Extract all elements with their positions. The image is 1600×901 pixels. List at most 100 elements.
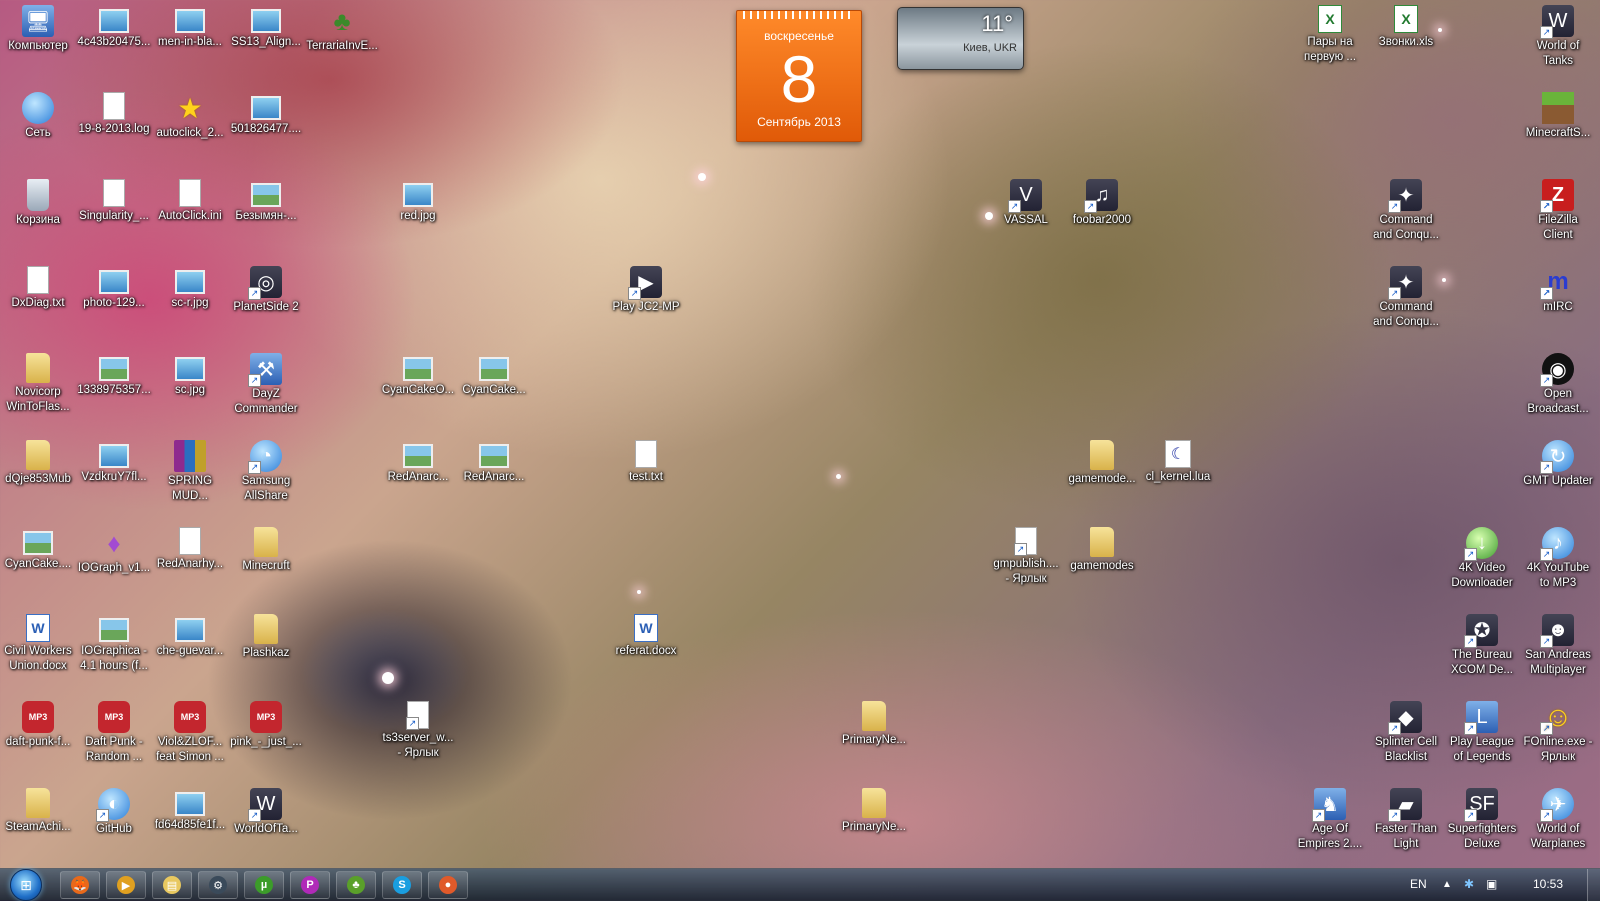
desktop-icon[interactable]: X Пары на первую ... [1292,5,1368,65]
desktop-icon[interactable]: Сеть [0,92,76,141]
network-tray-icon[interactable]: ▣ [1486,877,1497,891]
taskbar-button[interactable]: µ [244,871,284,899]
desktop-icon[interactable]: RedAnarhy... [152,527,228,572]
desktop-icon[interactable]: ♞Age Of Empires 2.... [1292,788,1368,852]
desktop-icon[interactable]: IOGraphica - 4.1 hours (f... [76,614,152,674]
start-button[interactable]: ⊞ [6,869,46,901]
desktop-icon[interactable]: fd64d85fe1f... [152,788,228,833]
desktop-icon[interactable]: men-in-bla... [152,5,228,50]
taskbar-button[interactable]: 🦊 [60,871,100,899]
desktop-icon-label: CyanCake... [462,384,526,396]
clock[interactable]: 10:53 [1533,877,1563,891]
desktop-icon[interactable]: ✦Command and Conqu... [1368,266,1444,330]
desktop-icon[interactable]: 501826477.... [228,92,304,137]
desktop-icon[interactable]: ▶Play JC2-MP [608,266,684,315]
desktop-icon[interactable]: sc.jpg [152,353,228,398]
show-desktop-button[interactable] [1587,869,1600,901]
mp3-file-icon: MP3 [250,701,282,733]
desktop-icon[interactable]: ◆Splinter Cell Blacklist [1368,701,1444,765]
desktop-icon[interactable]: WWorld of Tanks [1520,5,1596,69]
desktop-icon[interactable]: MinecraftS... [1520,92,1596,141]
desktop-icon[interactable]: RedAnarc... [456,440,532,485]
desktop-icon[interactable]: ♪4K YouTube to MP3 [1520,527,1596,591]
language-indicator[interactable]: EN [1410,877,1427,891]
desktop-icon[interactable]: mmIRC [1520,266,1596,315]
desktop-icon[interactable]: SteamAchi... [0,788,76,835]
desktop-icon[interactable]: ZFileZilla Client [1520,179,1596,243]
desktop-icon[interactable]: CyanCakeO... [380,353,456,398]
desktop-icon[interactable]: ◎PlanetSide 2 [228,266,304,315]
desktop-icon[interactable]: red.jpg [380,179,456,224]
desktop-icon[interactable]: ◐GitHub [76,788,152,837]
desktop-icon[interactable]: LPlay League of Legends [1444,701,1520,765]
desktop-icon[interactable]: Корзина [0,179,76,228]
desktop-icon[interactable]: ☾ cl_kernel.lua [1140,440,1216,485]
desktop-icon[interactable]: Novicorp WinToFlas... [0,353,76,415]
desktop-icon[interactable]: ⚙ AutoClick.ini [152,179,228,224]
desktop-icon[interactable]: DxDiag.txt [0,266,76,311]
desktop-icon[interactable]: PrimaryNe... [836,701,912,748]
taskbar-button[interactable]: ▶ [106,871,146,899]
desktop-icon[interactable]: ✈World of Warplanes [1520,788,1596,852]
desktop-icon[interactable]: VzdkruY7fl... [76,440,152,485]
desktop-icon[interactable]: ✪The Bureau XCOM De... [1444,614,1520,678]
desktop-icon[interactable]: ☻San Andreas Multiplayer [1520,614,1596,678]
desktop-icon[interactable]: WWorldOfTa... [228,788,304,837]
desktop-icon[interactable]: ★ autoclick_2... [152,92,228,141]
desktop-icon[interactable]: gamemodes [1064,527,1140,574]
desktop-icon[interactable]: PrimaryNe... [836,788,912,835]
calendar-gadget[interactable]: воскресенье 8 Сентябрь 2013 [736,10,862,142]
desktop-icon[interactable]: X Звонки.xls [1368,5,1444,50]
desktop-icon[interactable]: Wreferat.docx [608,614,684,659]
desktop-icon[interactable]: 19-8-2013.log [76,92,152,137]
taskbar-button[interactable]: ▤ [152,871,192,899]
desktop-icon[interactable]: ▰Faster Than Light [1368,788,1444,852]
desktop-icon[interactable]: sc-r.jpg [152,266,228,311]
taskbar-button[interactable]: S [382,871,422,899]
desktop-icon[interactable]: che-guevar... [152,614,228,659]
desktop-icon[interactable]: test.txt [608,440,684,485]
mp3-file-icon: MP3 [174,701,206,733]
desktop-icon[interactable]: ⚒DayZ Commander [228,353,304,417]
desktop-icon[interactable]: ♣ TerrariaInvE... [304,5,380,54]
desktop-icon[interactable]: ☺FOnline.exe - Ярлык [1520,701,1596,765]
desktop-icon[interactable]: ♦ IOGraph_v1... [76,527,152,576]
desktop-icon[interactable]: ts3server_w... - Ярлык [380,701,456,761]
desktop-icon[interactable]: MP3 pink_-_just_... [228,701,304,750]
taskbar-button[interactable]: P [290,871,330,899]
desktop-icon[interactable]: SS13_Align... [228,5,304,50]
desktop-icon[interactable]: 🖥 Компьютер [0,5,76,54]
desktop-icon[interactable]: CyanCake... [456,353,532,398]
desktop-icon[interactable]: MP3 daft-punk-f... [0,701,76,750]
desktop-icon[interactable]: Безымян-... [228,179,304,224]
desktop-icon[interactable]: 1338975357... [76,353,152,398]
desktop-icon[interactable]: ↓4K Video Downloader [1444,527,1520,591]
desktop-icon[interactable]: Plashkaz [228,614,304,661]
desktop-icon[interactable]: dQje853Mub [0,440,76,487]
desktop-icon[interactable]: 4c43b20475... [76,5,152,50]
taskbar-button[interactable]: ♣ [336,871,376,899]
desktop-icon[interactable]: W Civil Workers Union.docx [0,614,76,674]
desktop-icon[interactable]: SFSuperfighters Deluxe [1444,788,1520,852]
desktop-icon[interactable]: SPRING MUD... [152,440,228,504]
desktop-icon[interactable]: ◔Samsung AllShare [228,440,304,504]
desktop-icon[interactable]: RedAnarc... [380,440,456,485]
desktop-icon[interactable]: ◉Open Broadcast... [1520,353,1596,417]
desktop-icon[interactable]: photo-129... [76,266,152,311]
desktop-icon[interactable]: gamemode... [1064,440,1140,487]
desktop-icon[interactable]: VVASSAL [988,179,1064,228]
desktop-icon[interactable]: gmpublish.... - Ярлык [988,527,1064,587]
desktop-icon[interactable]: CyanCake.... [0,527,76,572]
desktop-icon[interactable]: ♫foobar2000 [1064,179,1140,228]
desktop-icon[interactable]: ✦Command and Conqu... [1368,179,1444,243]
desktop-icon[interactable]: MP3 Viol&ZLOF... feat Simon ... [152,701,228,765]
tray-expand-icon[interactable]: ▲ [1442,879,1452,890]
taskbar-button[interactable]: ● [428,871,468,899]
desktop-icon[interactable]: Minecruft [228,527,304,574]
weather-gadget[interactable]: 11° Киев, UKR [897,7,1024,70]
desktop-icon[interactable]: ↻GMT Updater [1520,440,1596,489]
desktop-icon[interactable]: Singularity_... [76,179,152,224]
bluetooth-icon[interactable]: ✱ [1464,877,1474,891]
taskbar-button[interactable]: ⚙ [198,871,238,899]
desktop-icon[interactable]: MP3 Daft Punk - Random ... [76,701,152,765]
